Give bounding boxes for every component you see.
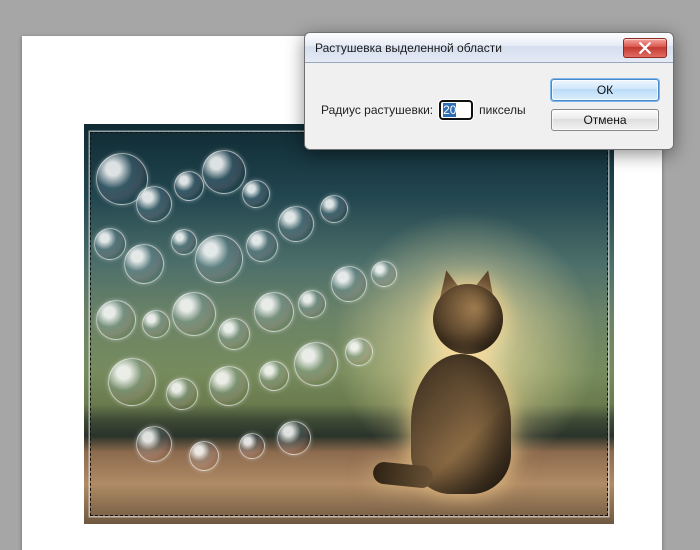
bubble bbox=[195, 235, 243, 283]
bubble bbox=[108, 358, 156, 406]
close-icon bbox=[639, 42, 651, 54]
bubble bbox=[174, 171, 204, 201]
bubble bbox=[124, 244, 164, 284]
cancel-button[interactable]: Отмена bbox=[551, 109, 659, 131]
feather-radius-input[interactable] bbox=[439, 100, 473, 120]
form-area: Радиус растушевки: пикселы bbox=[321, 79, 537, 131]
bubble bbox=[218, 318, 250, 350]
cat-illustration bbox=[391, 284, 531, 494]
bubble bbox=[172, 292, 216, 336]
dialog-title: Растушевка выделенной области bbox=[315, 41, 623, 55]
feather-selection-dialog: Растушевка выделенной области Радиус рас… bbox=[304, 32, 674, 150]
workspace: Растушевка выделенной области Радиус рас… bbox=[0, 0, 700, 550]
button-column: ОК Отмена bbox=[551, 79, 659, 131]
close-button[interactable] bbox=[623, 38, 667, 58]
bubble bbox=[142, 310, 170, 338]
bubble bbox=[277, 421, 311, 455]
bubble bbox=[94, 228, 126, 260]
bubble bbox=[166, 378, 198, 410]
bubble bbox=[242, 180, 270, 208]
bubble bbox=[202, 150, 246, 194]
bubble bbox=[278, 206, 314, 242]
bubble bbox=[259, 361, 289, 391]
bubble bbox=[298, 290, 326, 318]
bubble bbox=[294, 342, 338, 386]
image-layer[interactable] bbox=[84, 124, 614, 524]
dialog-body: Радиус растушевки: пикселы ОК Отмена bbox=[305, 63, 673, 149]
unit-label: пикселы bbox=[479, 103, 526, 117]
bubble bbox=[254, 292, 294, 332]
bubble bbox=[345, 338, 373, 366]
bubble bbox=[189, 441, 219, 471]
bubble bbox=[320, 195, 348, 223]
dialog-titlebar[interactable]: Растушевка выделенной области bbox=[305, 33, 673, 63]
bubble bbox=[239, 433, 265, 459]
bubble bbox=[96, 300, 136, 340]
bubble bbox=[171, 229, 197, 255]
bubble bbox=[136, 426, 172, 462]
bubble bbox=[246, 230, 278, 262]
bubble bbox=[136, 186, 172, 222]
bubble bbox=[209, 366, 249, 406]
feather-radius-label: Радиус растушевки: bbox=[321, 103, 433, 117]
bubble bbox=[331, 266, 367, 302]
ok-button[interactable]: ОК bbox=[551, 79, 659, 101]
